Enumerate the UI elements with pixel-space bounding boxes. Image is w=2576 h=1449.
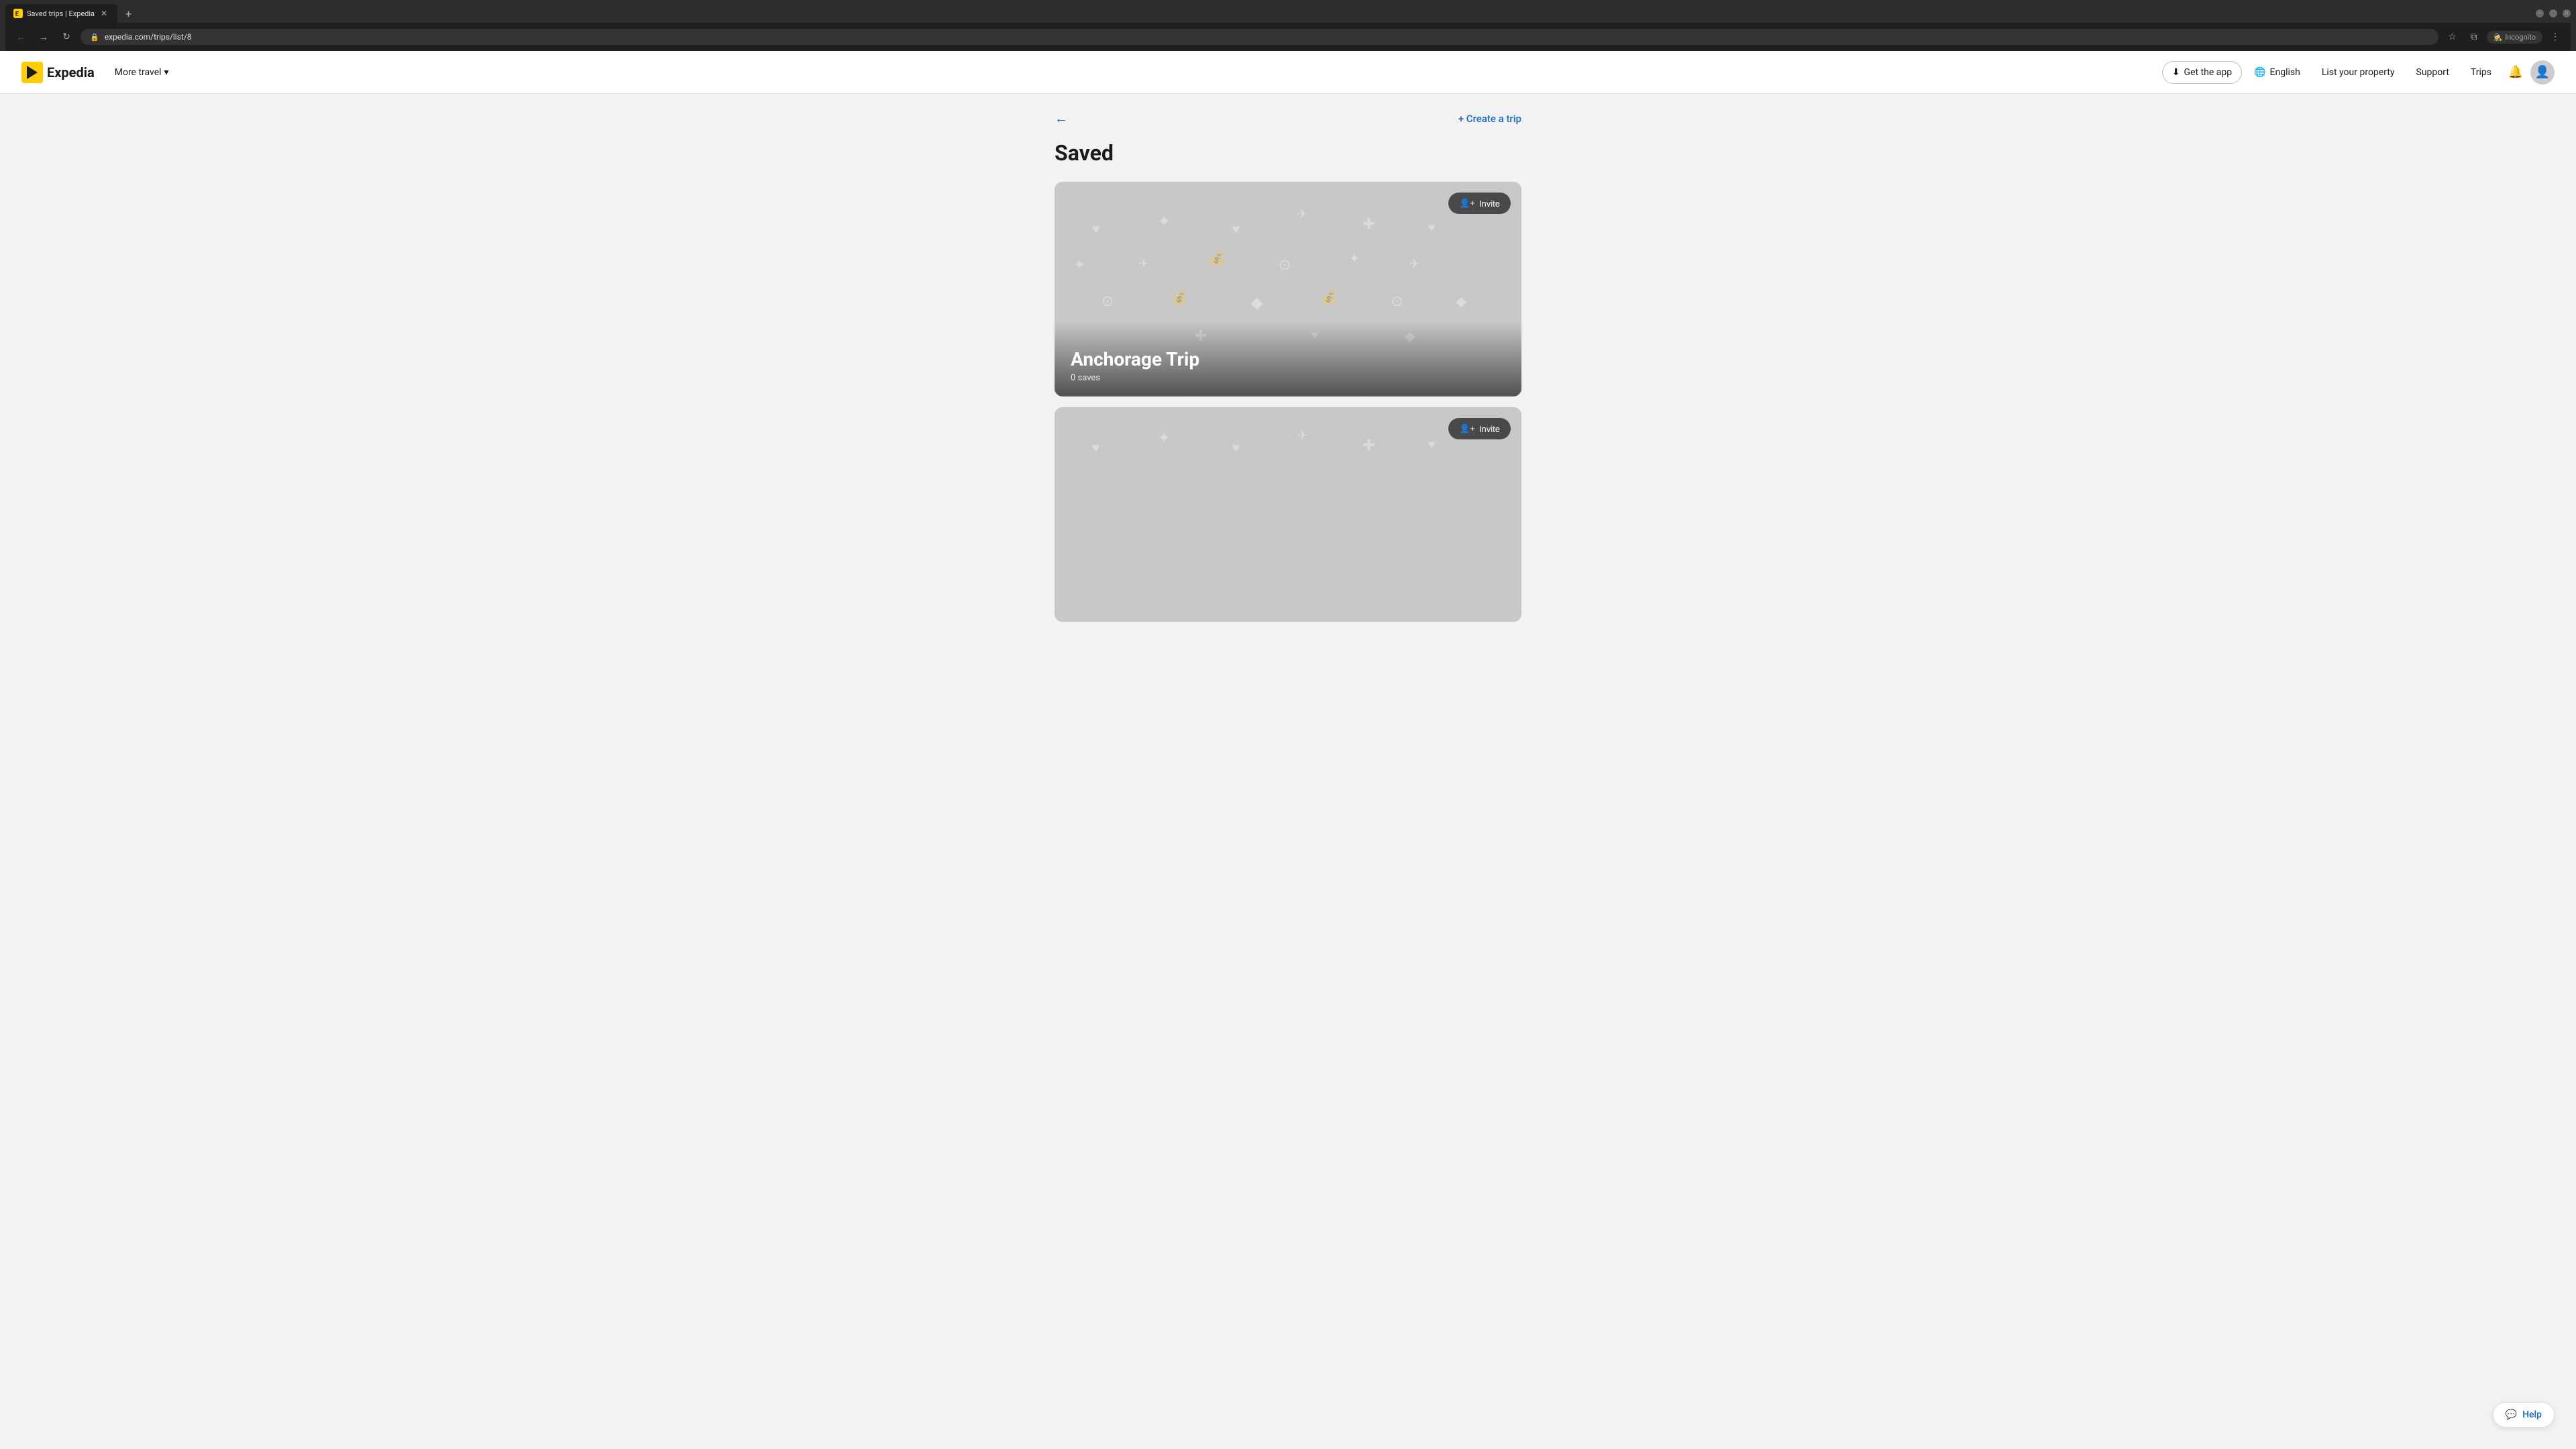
expedia-logo-icon <box>21 62 43 83</box>
header-actions: ⬇ Get the app 🌐 English List your proper… <box>2162 60 2555 85</box>
refresh-button[interactable]: ↻ <box>58 28 75 46</box>
support-label: Support <box>2416 67 2449 78</box>
list-property-label: List your property <box>2322 67 2395 78</box>
pattern-icon: ♥ <box>1428 437 1436 451</box>
top-navigation: ← + Create a trip <box>1055 110 1521 127</box>
pattern-icon: ✈ <box>1297 429 1307 443</box>
pattern-icon: ♥ <box>1092 221 1100 237</box>
trip-saves: 0 saves <box>1071 373 1505 383</box>
support-button[interactable]: Support <box>2407 62 2459 83</box>
pattern-icon: ✚ <box>1362 437 1375 454</box>
card-overlay: Anchorage Trip 0 saves <box>1055 321 1521 396</box>
bell-icon: 🔔 <box>2508 65 2523 79</box>
get-app-label: Get the app <box>2184 67 2233 78</box>
toolbar-actions: ☆ ⧉ 🕵 Incognito ⋮ <box>2444 28 2565 46</box>
svg-text:E: E <box>15 11 19 18</box>
trip-card-partial[interactable]: ♥ ✦ ♥ ✈ ✚ ♥ 👤+ Invite <box>1055 407 1521 622</box>
more-travel-button[interactable]: More travel ▾ <box>108 63 176 82</box>
back-button[interactable]: ← <box>1055 110 1068 127</box>
card-pattern-background: ♥ ✦ ♥ ✈ ✚ ♥ <box>1055 407 1521 622</box>
pattern-icon: ✦ <box>1157 212 1171 231</box>
download-icon: ⬇ <box>2172 67 2180 78</box>
pattern-icon: ⊙ <box>1102 293 1114 310</box>
tab-close-button[interactable]: ✕ <box>99 8 109 19</box>
address-bar[interactable]: 🔒 expedia.com/trips/list/8 <box>80 29 2438 45</box>
trip-card[interactable]: ♥ ✦ ♥ ✈ ✚ ♥ ✦ ✈ 💰 ⊙ ✦ ✈ ⊙ 💰 ◆ 💰 ⊙ ◆ ✚ ♥ … <box>1055 182 1521 396</box>
invite-button[interactable]: 👤+ Invite <box>1448 193 1511 214</box>
chevron-down-icon: ▾ <box>164 67 169 78</box>
tab-title: Saved trips | Expedia <box>27 9 95 18</box>
page-title: Saved <box>1055 140 1521 166</box>
pattern-icon: ✈ <box>1138 257 1148 271</box>
language-label: English <box>2270 67 2300 78</box>
help-label: Help <box>2522 1409 2542 1420</box>
invite-label: Invite <box>1479 199 1500 209</box>
minimize-button[interactable]: — <box>2536 9 2544 17</box>
forward-nav-button[interactable]: → <box>35 28 52 46</box>
browser-toolbar: ← → ↻ 🔒 expedia.com/trips/list/8 ☆ ⧉ 🕵 I… <box>5 23 2571 51</box>
user-icon: 👤 <box>2535 65 2550 79</box>
notification-button[interactable]: 🔔 <box>2504 60 2528 85</box>
incognito-icon: 🕵 <box>2493 33 2503 42</box>
close-button[interactable]: ✕ <box>2563 9 2571 17</box>
window-controls: — □ ✕ <box>2536 9 2571 17</box>
invite-label-2: Invite <box>1479 424 1500 434</box>
trips-label: Trips <box>2471 67 2491 78</box>
bookmark-icon[interactable]: ☆ <box>2444 28 2461 46</box>
pattern-icon: ✈ <box>1297 207 1307 221</box>
incognito-badge[interactable]: 🕵 Incognito <box>2487 31 2543 44</box>
logo[interactable]: Expedia <box>21 62 95 83</box>
pattern-icon: ⊙ <box>1279 257 1291 274</box>
incognito-label: Incognito <box>2505 33 2536 42</box>
trip-name: Anchorage Trip <box>1071 348 1505 370</box>
tab-favicon: E <box>13 9 23 18</box>
pattern-icon: 💰 <box>1209 250 1226 266</box>
pattern-icon: 💰 <box>1171 289 1188 305</box>
pattern-icon: ✦ <box>1073 257 1085 274</box>
pattern-icon: ◆ <box>1456 293 1466 309</box>
url-text: expedia.com/trips/list/8 <box>105 32 2429 42</box>
new-tab-button[interactable]: + <box>120 5 137 23</box>
invite-icon-2: 👤+ <box>1459 423 1475 434</box>
help-button[interactable]: 💬 Help <box>2493 1402 2555 1428</box>
tab-bar: E Saved trips | Expedia ✕ + — □ ✕ <box>5 4 2571 23</box>
logo-text: Expedia <box>47 64 95 80</box>
pattern-icon: ⊙ <box>1391 293 1403 310</box>
trips-button[interactable]: Trips <box>2461 62 2501 83</box>
pattern-icon: ◆ <box>1250 293 1263 312</box>
pattern-icon: ✚ <box>1362 216 1375 233</box>
browser-chrome: E Saved trips | Expedia ✕ + — □ ✕ ← → ↻ … <box>0 0 2576 51</box>
pattern-icon: ✦ <box>1157 429 1171 447</box>
back-nav-button[interactable]: ← <box>12 28 30 46</box>
maximize-button[interactable]: □ <box>2549 9 2557 17</box>
user-avatar-button[interactable]: 👤 <box>2530 60 2555 85</box>
pattern-icon: ♥ <box>1092 439 1100 456</box>
globe-icon: 🌐 <box>2254 67 2265 78</box>
pattern-icon: ♥ <box>1428 221 1436 235</box>
pattern-icon: ♥ <box>1232 439 1240 456</box>
more-travel-label: More travel <box>115 67 162 78</box>
active-tab[interactable]: E Saved trips | Expedia ✕ <box>5 4 117 23</box>
menu-icon[interactable]: ⋮ <box>2546 28 2564 46</box>
pattern-icon: ✈ <box>1409 257 1419 271</box>
app-header: Expedia More travel ▾ ⬇ Get the app 🌐 En… <box>0 51 2576 94</box>
main-content: ← + Create a trip Saved ♥ ✦ ♥ ✈ ✚ ♥ ✦ ✈ … <box>1033 94 1543 649</box>
invite-icon: 👤+ <box>1459 198 1475 209</box>
create-trip-label: + Create a trip <box>1458 113 1521 125</box>
pattern-icon: ♥ <box>1232 221 1240 237</box>
get-app-button[interactable]: ⬇ Get the app <box>2162 61 2242 84</box>
create-trip-button[interactable]: + Create a trip <box>1458 113 1521 125</box>
chat-icon: 💬 <box>2506 1409 2517 1420</box>
sidebar-icon[interactable]: ⧉ <box>2465 28 2483 46</box>
pattern-icon: ✦ <box>1348 250 1360 266</box>
pattern-icon: 💰 <box>1321 289 1338 305</box>
invite-button-2[interactable]: 👤+ Invite <box>1448 418 1511 439</box>
language-button[interactable]: 🌐 English <box>2245 62 2310 83</box>
lock-icon: 🔒 <box>90 33 99 42</box>
list-property-button[interactable]: List your property <box>2312 62 2404 83</box>
